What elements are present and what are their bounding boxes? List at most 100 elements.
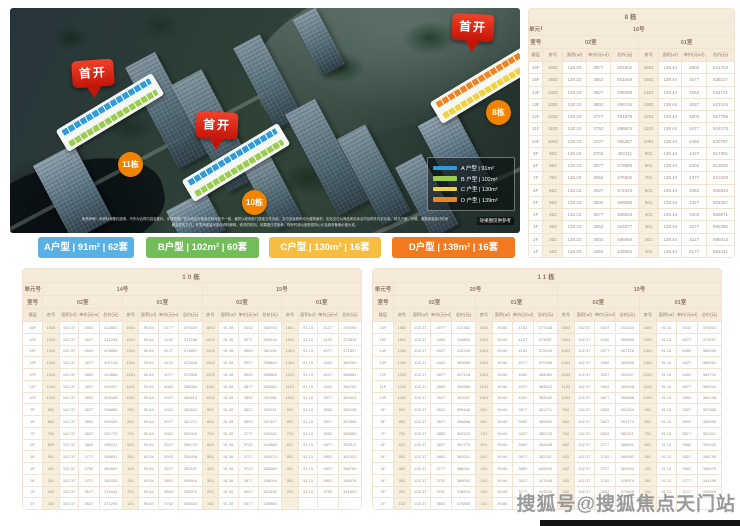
unit-number: 16号 [543,23,735,36]
total-cell: 365813 [179,392,202,404]
table-row: 5F502102.37380238921150190.8438773521875… [373,451,722,463]
floor-cell: 1F [23,498,43,510]
area-cell: 102.37 [574,345,594,357]
area-cell: 139.44 [659,147,682,159]
total-cell: 360146 [338,404,361,416]
area-cell: 91.13 [298,392,317,404]
area-cell: 139.44 [659,233,682,245]
area-cell: 91.13 [656,404,676,416]
total-cell: 362424 [697,380,721,392]
area-cell: 139.44 [659,123,682,135]
total-cell: 399448 [615,380,639,392]
price-cell: 3802 [586,98,611,110]
price-cell: 3952 [238,345,258,357]
area-cell: 102.37 [410,369,430,381]
building-8-label: 8栋 [486,100,511,125]
room-cell: 902 [43,404,60,416]
room-cell: 1102 [43,380,60,392]
room-cell: 501 [122,451,139,463]
price-cell: 3977 [512,404,533,416]
price-cell: 3752 [79,463,99,475]
room-cell: 1202 [43,369,60,381]
area-cell: 90.84 [492,369,512,381]
area-cell: 91.13 [298,369,317,381]
total-cell: 371537 [697,333,721,345]
room-cell: 1501 [475,333,492,345]
price-cell: 3852 [238,392,258,404]
unit-number: 14号 [43,283,202,296]
room-cell: 102 [393,498,410,510]
room-cell: 1401 [475,345,492,357]
price-cell: 3927 [318,416,338,428]
area-cell: 130.23 [563,172,586,184]
price-cell: 3977 [594,345,615,357]
room-cell: 1101 [475,380,492,392]
table-row: 12F1202130.2337774918791201139.444502627… [529,111,735,123]
room-cell: 501 [282,451,299,463]
price-cell: 3852 [430,427,451,439]
room-cell: 801 [475,416,492,428]
price-cell: 3652 [586,172,611,184]
total-cell: 368084 [179,380,202,392]
total-cell: 462577 [611,221,639,233]
area-cell: 130.23 [563,147,586,159]
price-cell: 3727 [586,135,611,147]
total-cell: 377168 [533,322,557,334]
area-cell: 102.37 [410,486,430,498]
price-cell: 3827 [238,404,258,416]
area-cell: 102.37 [574,392,594,404]
room-cell: 202 [543,233,563,245]
price-col-header: 单价(元/㎡) [682,49,707,62]
total-cell: 407126 [451,369,475,381]
room-cell: 402 [43,463,60,475]
type-c-badge: C户型 | 130m² | 16套 [269,237,381,258]
area-cell: 91.38 [219,380,238,392]
total-cell: 363542 [179,404,202,416]
price-cell: 3552 [586,221,611,233]
room-cell: 702 [393,427,410,439]
room-cell: 1302 [557,357,574,369]
room-cell: 902 [393,404,410,416]
area-cell: 91.13 [656,416,676,428]
area-cell: 102.37 [59,486,78,498]
area-cell: 91.13 [298,463,317,475]
total-cell: 372626 [179,357,202,369]
room-cell: 501 [639,451,656,463]
total-cell: 634731 [706,86,734,98]
legend-row: B 户型 | 102m² [433,175,509,183]
area-cell: 91.38 [219,357,238,369]
total-cell: 407126 [615,345,639,357]
total-cell: 354280 [258,380,281,392]
area-cell: 91.38 [219,333,238,345]
total-cell: 356729 [179,439,202,451]
room-cell: 1402 [543,86,563,98]
area-col-header: 面积(㎡) [659,49,682,62]
roomno-col-header: 房号 [43,309,60,322]
price-cell: 4302 [682,209,707,221]
floor-col-header: 楼层 [373,309,394,322]
room-cell: 102 [43,498,60,510]
total-cell: 352187 [179,463,202,475]
price-cell: 3902 [676,416,697,428]
area-cell: 91.13 [298,345,317,357]
total-cell: 357868 [697,404,721,416]
room-cell: 201 [122,486,139,498]
floor-cell: 3F [373,474,394,486]
room-cell: 302 [393,474,410,486]
room-number-header: 01室 [122,296,202,309]
room-cell: 101 [122,498,139,510]
price-cell: 3802 [318,474,338,486]
floor-cell: 15F [373,333,394,345]
price-cell [318,498,338,510]
area-cell: 91.13 [298,439,317,451]
price-cell: 4052 [158,380,178,392]
room-cell: 1001 [475,392,492,404]
room-cell: 301 [639,221,659,233]
total-cell: 417362 [451,322,475,334]
room-cell: 102 [543,245,563,257]
area-cell: 91.38 [219,322,238,334]
price-cell: 3827 [318,463,338,475]
area-cell: 91.13 [656,451,676,463]
table-row: 3F302102.37375238409230190.8438273476453… [373,474,722,486]
table-row: 16F1602130.2338775049021601139.444602641… [529,62,735,74]
